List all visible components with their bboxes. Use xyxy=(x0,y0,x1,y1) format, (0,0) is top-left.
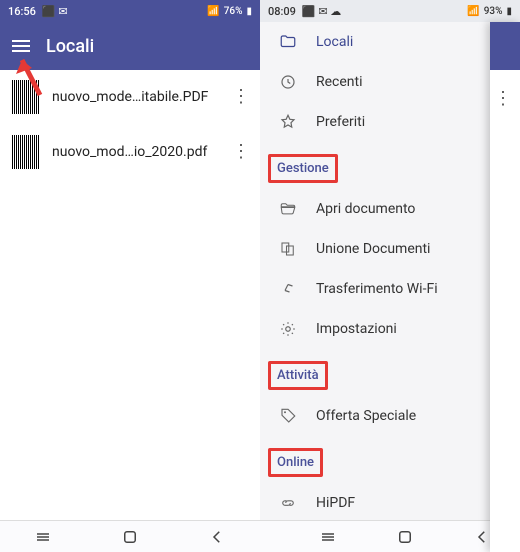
drawer-item-offerta-speciale[interactable]: Offerta Speciale xyxy=(260,396,520,436)
folder-icon xyxy=(278,32,298,52)
star-icon xyxy=(278,112,298,132)
nav-home[interactable] xyxy=(385,527,425,547)
nav-recents[interactable] xyxy=(308,527,348,547)
drawer-item-impostazioni[interactable]: Impostazioni xyxy=(260,309,520,349)
file-name: nuovo_mode…itabile.PDF xyxy=(52,89,220,105)
statusbar-left: 16:56 ⬛ ✉ 📶 76% ▮ xyxy=(0,0,260,22)
app-header-left: Locali xyxy=(0,22,260,70)
folder-open-icon xyxy=(278,199,298,219)
drawer-label: HiPDF xyxy=(316,495,355,511)
section-attivita: Attività xyxy=(268,361,328,390)
battery-left: 76% xyxy=(224,6,243,17)
drawer-label: Locali xyxy=(316,34,353,50)
link-icon xyxy=(278,493,298,513)
page-title-left: Locali xyxy=(46,36,94,57)
file-thumb-icon xyxy=(12,135,40,169)
battery-icon: ▮ xyxy=(506,6,512,17)
drawer-item-recenti[interactable]: Recenti xyxy=(260,62,520,102)
phone-right: 08:09 ⬛ ✉ ☁ 📶 93% ▮ Locali Recenti P xyxy=(260,0,520,552)
drawer-label: Impostazioni xyxy=(316,321,397,337)
more-icon[interactable]: ⋮ xyxy=(232,143,248,161)
drawer-item-apri-documento[interactable]: Apri documento xyxy=(260,189,520,229)
drawer-label: Apri documento xyxy=(316,201,415,217)
more-icon[interactable]: ⋮ xyxy=(232,88,248,106)
section-online: Online xyxy=(268,448,323,477)
status-icons-right: ⬛ ✉ ☁ xyxy=(302,5,341,18)
drawer-item-trasferimento-wifi[interactable]: Trasferimento Wi-Fi xyxy=(260,269,520,309)
file-row[interactable]: nuovo_mode…itabile.PDF ⋮ xyxy=(0,70,260,125)
phone-left: 16:56 ⬛ ✉ 📶 76% ▮ Locali nuovo_mode…itab… xyxy=(0,0,260,552)
menu-button[interactable] xyxy=(12,40,30,52)
nav-back[interactable] xyxy=(197,527,237,547)
status-icons-left: ⬛ ✉ xyxy=(42,5,68,18)
file-list: nuovo_mode…itabile.PDF ⋮ nuovo_mod…io_20… xyxy=(0,70,260,520)
more-icon[interactable]: ⋮ xyxy=(494,88,512,109)
file-row[interactable]: nuovo_mod…io_2020.pdf ⋮ xyxy=(0,125,260,180)
navbar-left xyxy=(0,520,260,552)
signal-icon: 📶 xyxy=(467,6,479,17)
battery-icon: ▮ xyxy=(246,6,252,17)
clock-icon xyxy=(278,72,298,92)
drawer-label: Offerta Speciale xyxy=(316,408,416,424)
signal-icon: 📶 xyxy=(207,6,219,17)
drawer-label: Recenti xyxy=(316,74,363,90)
merge-icon xyxy=(278,239,298,259)
file-thumb-icon xyxy=(12,80,40,114)
drawer-item-unione-documenti[interactable]: Unione Documenti xyxy=(260,229,520,269)
section-gestione: Gestione xyxy=(268,154,338,183)
time-right: 08:09 xyxy=(268,5,296,18)
drawer-item-hipdf[interactable]: HiPDF xyxy=(260,483,520,520)
tag-icon xyxy=(278,406,298,426)
gear-icon xyxy=(278,319,298,339)
drawer-label: Preferiti xyxy=(316,114,365,130)
time-left: 16:56 xyxy=(8,5,36,18)
battery-right: 93% xyxy=(484,6,503,17)
nav-drawer: Locali Recenti Preferiti Gestione Apri d… xyxy=(260,22,520,520)
nav-home[interactable] xyxy=(110,527,150,547)
drawer-item-locali[interactable]: Locali xyxy=(260,22,520,62)
nav-recents[interactable] xyxy=(23,527,63,547)
wifi-icon xyxy=(278,279,298,299)
navbar-right xyxy=(260,520,520,552)
file-name: nuovo_mod…io_2020.pdf xyxy=(52,144,220,160)
statusbar-right: 08:09 ⬛ ✉ ☁ 📶 93% ▮ xyxy=(260,0,520,22)
drawer-item-preferiti[interactable]: Preferiti xyxy=(260,102,520,142)
drawer-overlay-sliver: ⋮ xyxy=(490,22,520,552)
drawer-label: Trasferimento Wi-Fi xyxy=(316,281,438,297)
drawer-label: Unione Documenti xyxy=(316,241,430,257)
